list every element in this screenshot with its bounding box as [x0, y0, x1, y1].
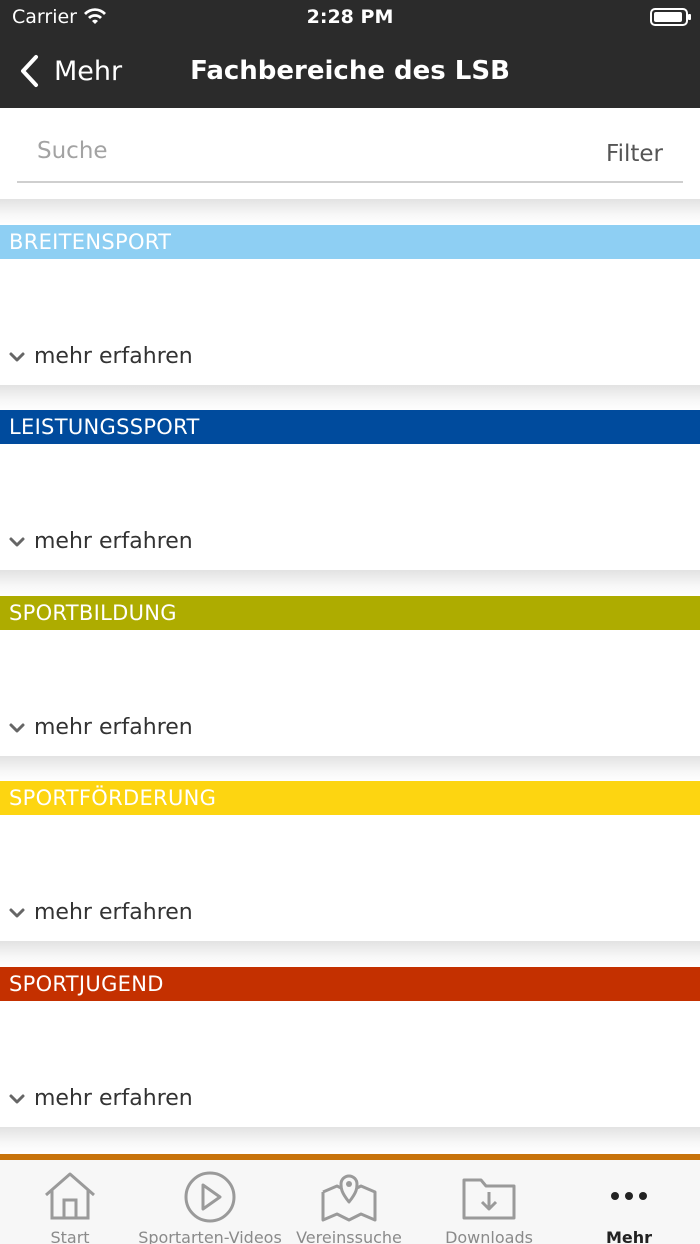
- battery-icon: [650, 8, 691, 26]
- chevron-down-icon: [9, 1094, 25, 1103]
- section-title: SPORTJUGEND: [0, 967, 700, 1001]
- more-dots-icon: [611, 1192, 647, 1200]
- search-bar: Filter: [17, 130, 683, 183]
- more-link[interactable]: mehr erfahren: [8, 344, 193, 369]
- card-shadow: [0, 385, 700, 411]
- chevron-down-icon: [9, 537, 25, 546]
- tab-label: Mehr: [605, 1228, 653, 1244]
- section-title: LEISTUNGSSPORT: [0, 410, 700, 444]
- more-label: mehr erfahren: [34, 344, 193, 369]
- section-title: BREITENSPORT: [0, 225, 700, 259]
- tab-downloads[interactable]: Downloads: [414, 1168, 564, 1244]
- home-icon: [45, 1172, 95, 1220]
- card-shadow: [0, 941, 700, 967]
- tab-bar: Start Sportarten-Videos Vereinssuche Dow…: [0, 1154, 700, 1244]
- tab-label: Start: [50, 1228, 90, 1244]
- search-input[interactable]: [37, 138, 537, 164]
- tab-vereinssuche[interactable]: Vereinssuche: [274, 1168, 424, 1244]
- section-card-leistungssport[interactable]: LEISTUNGSSPORT mehr erfahren: [0, 410, 700, 570]
- card-shadow: [0, 199, 700, 225]
- tab-label: Downloads: [445, 1228, 533, 1244]
- status-time: 2:28 PM: [306, 6, 394, 28]
- section-title: SPORTBILDUNG: [0, 596, 700, 630]
- section-card-sportjugend[interactable]: SPORTJUGEND mehr erfahren: [0, 967, 700, 1127]
- more-link[interactable]: mehr erfahren: [8, 900, 193, 925]
- more-link[interactable]: mehr erfahren: [8, 1086, 193, 1111]
- play-icon: [184, 1171, 236, 1223]
- section-card-sportfoerderung[interactable]: SPORTFÖRDERUNG mehr erfahren: [0, 781, 700, 941]
- section-card-breitensport[interactable]: BREITENSPORT mehr erfahren: [0, 225, 700, 385]
- more-link[interactable]: mehr erfahren: [8, 715, 193, 740]
- more-label: mehr erfahren: [34, 715, 193, 740]
- more-label: mehr erfahren: [34, 900, 193, 925]
- card-shadow: [0, 570, 700, 596]
- filter-button[interactable]: Filter: [606, 141, 663, 167]
- more-label: mehr erfahren: [34, 1086, 193, 1111]
- more-link[interactable]: mehr erfahren: [8, 529, 193, 554]
- chevron-down-icon: [9, 352, 25, 361]
- tab-label: Sportarten-Videos: [138, 1228, 282, 1244]
- map-icon: [321, 1174, 377, 1222]
- tab-label: Vereinssuche: [296, 1228, 402, 1244]
- chevron-down-icon: [9, 723, 25, 732]
- section-card-sportbildung[interactable]: SPORTBILDUNG mehr erfahren: [0, 596, 700, 756]
- card-shadow: [0, 756, 700, 782]
- status-bar: Carrier 2:28 PM: [0, 0, 700, 36]
- tab-mehr[interactable]: Mehr: [554, 1168, 700, 1244]
- page-title: Fachbereiche des LSB: [190, 56, 510, 86]
- tab-start[interactable]: Start: [0, 1168, 145, 1244]
- section-title: SPORTFÖRDERUNG: [0, 781, 700, 815]
- navigation-bar: Mehr Fachbereiche des LSB: [0, 36, 700, 108]
- more-label: mehr erfahren: [34, 529, 193, 554]
- download-folder-icon: [462, 1178, 516, 1220]
- chevron-down-icon: [9, 908, 25, 917]
- card-shadow: [0, 1127, 700, 1153]
- tab-sportarten-videos[interactable]: Sportarten-Videos: [135, 1168, 285, 1244]
